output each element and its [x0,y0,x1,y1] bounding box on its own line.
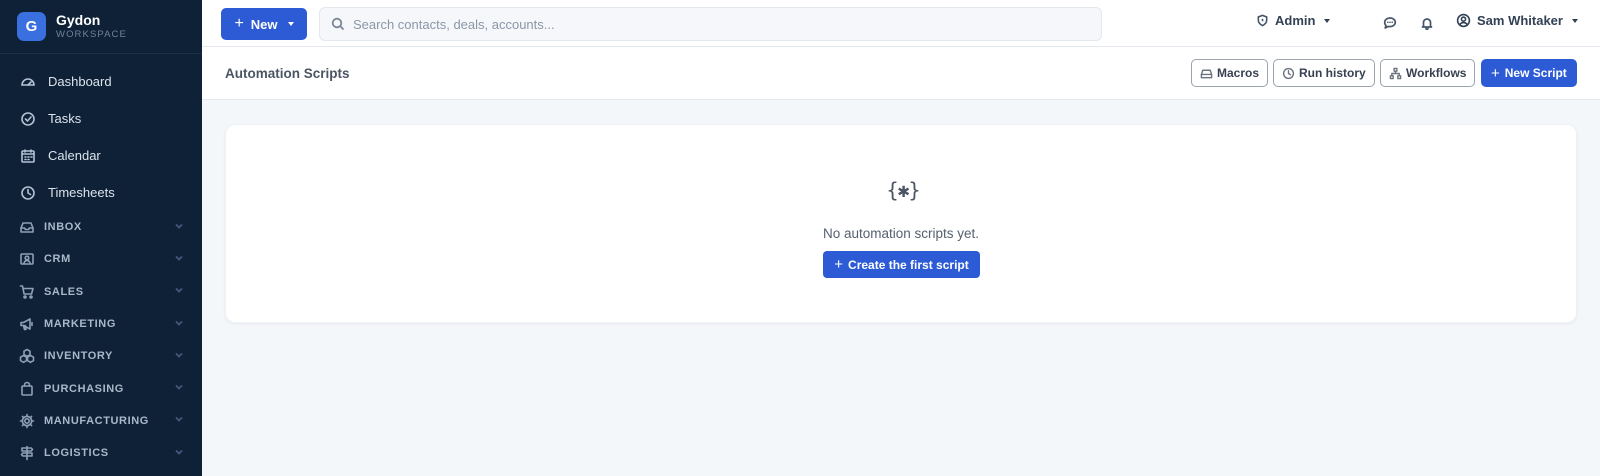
chevron-down-icon [174,318,184,331]
new-script-button[interactable]: + New Script [1481,59,1577,87]
user-name: Sam Whitaker [1477,13,1563,28]
signpost-icon [18,445,35,462]
bell-icon [1421,18,1433,30]
admin-menu[interactable]: Admin [1256,13,1331,28]
chevron-down-icon [174,414,184,427]
sidebar-group-label: PURCHASING [44,382,124,395]
tray-icon [1200,69,1213,78]
caret-down-icon [287,22,294,26]
sidebar-group-sales[interactable]: SALES [0,276,202,308]
empty-state-message: No automation scripts yet. [822,226,980,241]
workflows-label: Workflows [1406,66,1467,80]
gauge-icon [19,73,36,90]
search-box[interactable] [319,7,1102,41]
brand[interactable]: G Gydon WORKSPACE [0,0,202,54]
sidebar-item-label: Dashboard [48,74,112,89]
bag-icon [18,380,35,397]
new-button[interactable]: + New [221,8,307,40]
code-braces-icon: {✱} [886,178,920,202]
sidebar-group-logistics[interactable]: LOGISTICS [0,437,202,469]
new-script-label: New Script [1504,66,1567,80]
sidebar-nav: Dashboard Tasks Calendar Timesheets INBO… [0,54,202,469]
sidebar-item-calendar[interactable]: Calendar [0,137,202,174]
brand-subtitle: WORKSPACE [56,29,127,41]
sidebar-group-inbox[interactable]: INBOX [0,211,202,243]
chevron-down-icon [174,350,184,363]
search-input[interactable] [353,16,1053,32]
history-clock-icon [1282,67,1295,79]
chevron-down-icon [174,253,184,266]
workflow-tree-icon [1389,67,1402,79]
sidebar-group-purchasing[interactable]: PURCHASING [0,372,202,404]
shield-icon [1257,14,1268,27]
cog-icon [18,412,35,429]
search-icon [331,17,345,31]
chevron-down-icon [174,382,184,395]
sidebar-group-label: LOGISTICS [44,447,109,460]
macros-label: Macros [1217,66,1260,80]
plus-icon: + [1491,64,1500,82]
megaphone-icon [18,316,35,333]
macros-button[interactable]: Macros [1191,59,1269,87]
plus-icon: + [834,256,844,273]
brand-name: Gydon [56,12,101,29]
notifications-button[interactable] [1419,15,1435,31]
check-circle-icon [19,110,36,127]
chevron-down-icon [174,221,184,234]
sidebar-item-tasks[interactable]: Tasks [0,100,202,137]
chevron-down-icon [174,447,184,460]
chat-button[interactable] [1382,15,1398,31]
caret-down-icon [1324,18,1331,23]
sidebar-group-inventory[interactable]: INVENTORY [0,340,202,372]
boxes-icon [18,348,35,365]
sidebar-group-label: MANUFACTURING [44,414,149,427]
page-title: Automation Scripts [225,66,350,81]
calendar-icon [19,147,36,164]
clock-icon [19,184,36,201]
plus-icon: + [234,15,244,32]
sidebar-item-dashboard[interactable]: Dashboard [0,63,202,100]
user-menu[interactable]: Sam Whitaker [1456,13,1578,28]
run-history-button[interactable]: Run history [1273,59,1375,87]
sidebar: G Gydon WORKSPACE Dashboard Tasks Calend… [0,0,202,476]
chat-bubble-icon [1383,17,1397,29]
workflows-button[interactable]: Workflows [1380,59,1476,87]
brand-logo: G [17,12,46,41]
admin-label: Admin [1275,13,1316,28]
sidebar-group-crm[interactable]: CRM [0,243,202,275]
page-header: Automation Scripts Macros Run history Wo… [202,47,1600,100]
create-first-script-button[interactable]: + Create the first script [823,251,980,278]
sidebar-item-label: Timesheets [48,185,115,200]
sidebar-group-manufacturing[interactable]: MANUFACTURING [0,405,202,437]
new-button-label: New [250,16,278,32]
run-history-label: Run history [1299,66,1366,80]
caret-down-icon [1571,18,1578,23]
empty-state-card: {✱} No automation scripts yet. + Create … [225,124,1577,323]
user-avatar-icon [1456,13,1471,28]
sidebar-item-timesheets[interactable]: Timesheets [0,174,202,211]
sidebar-group-label: INVENTORY [44,350,113,363]
create-first-script-label: Create the first script [848,257,969,272]
sidebar-group-marketing[interactable]: MARKETING [0,308,202,340]
inbox-icon [18,219,35,236]
sidebar-group-label: SALES [44,285,84,298]
topbar: + New Admin Sam Whitaker [202,0,1600,47]
cart-icon [18,283,35,300]
chevron-down-icon [174,285,184,298]
contact-card-icon [18,251,35,268]
sidebar-item-label: Calendar [48,148,101,163]
sidebar-item-label: Tasks [48,111,82,126]
sidebar-group-label: INBOX [44,221,82,234]
sidebar-group-label: CRM [44,253,71,266]
sidebar-group-label: MARKETING [44,318,117,331]
